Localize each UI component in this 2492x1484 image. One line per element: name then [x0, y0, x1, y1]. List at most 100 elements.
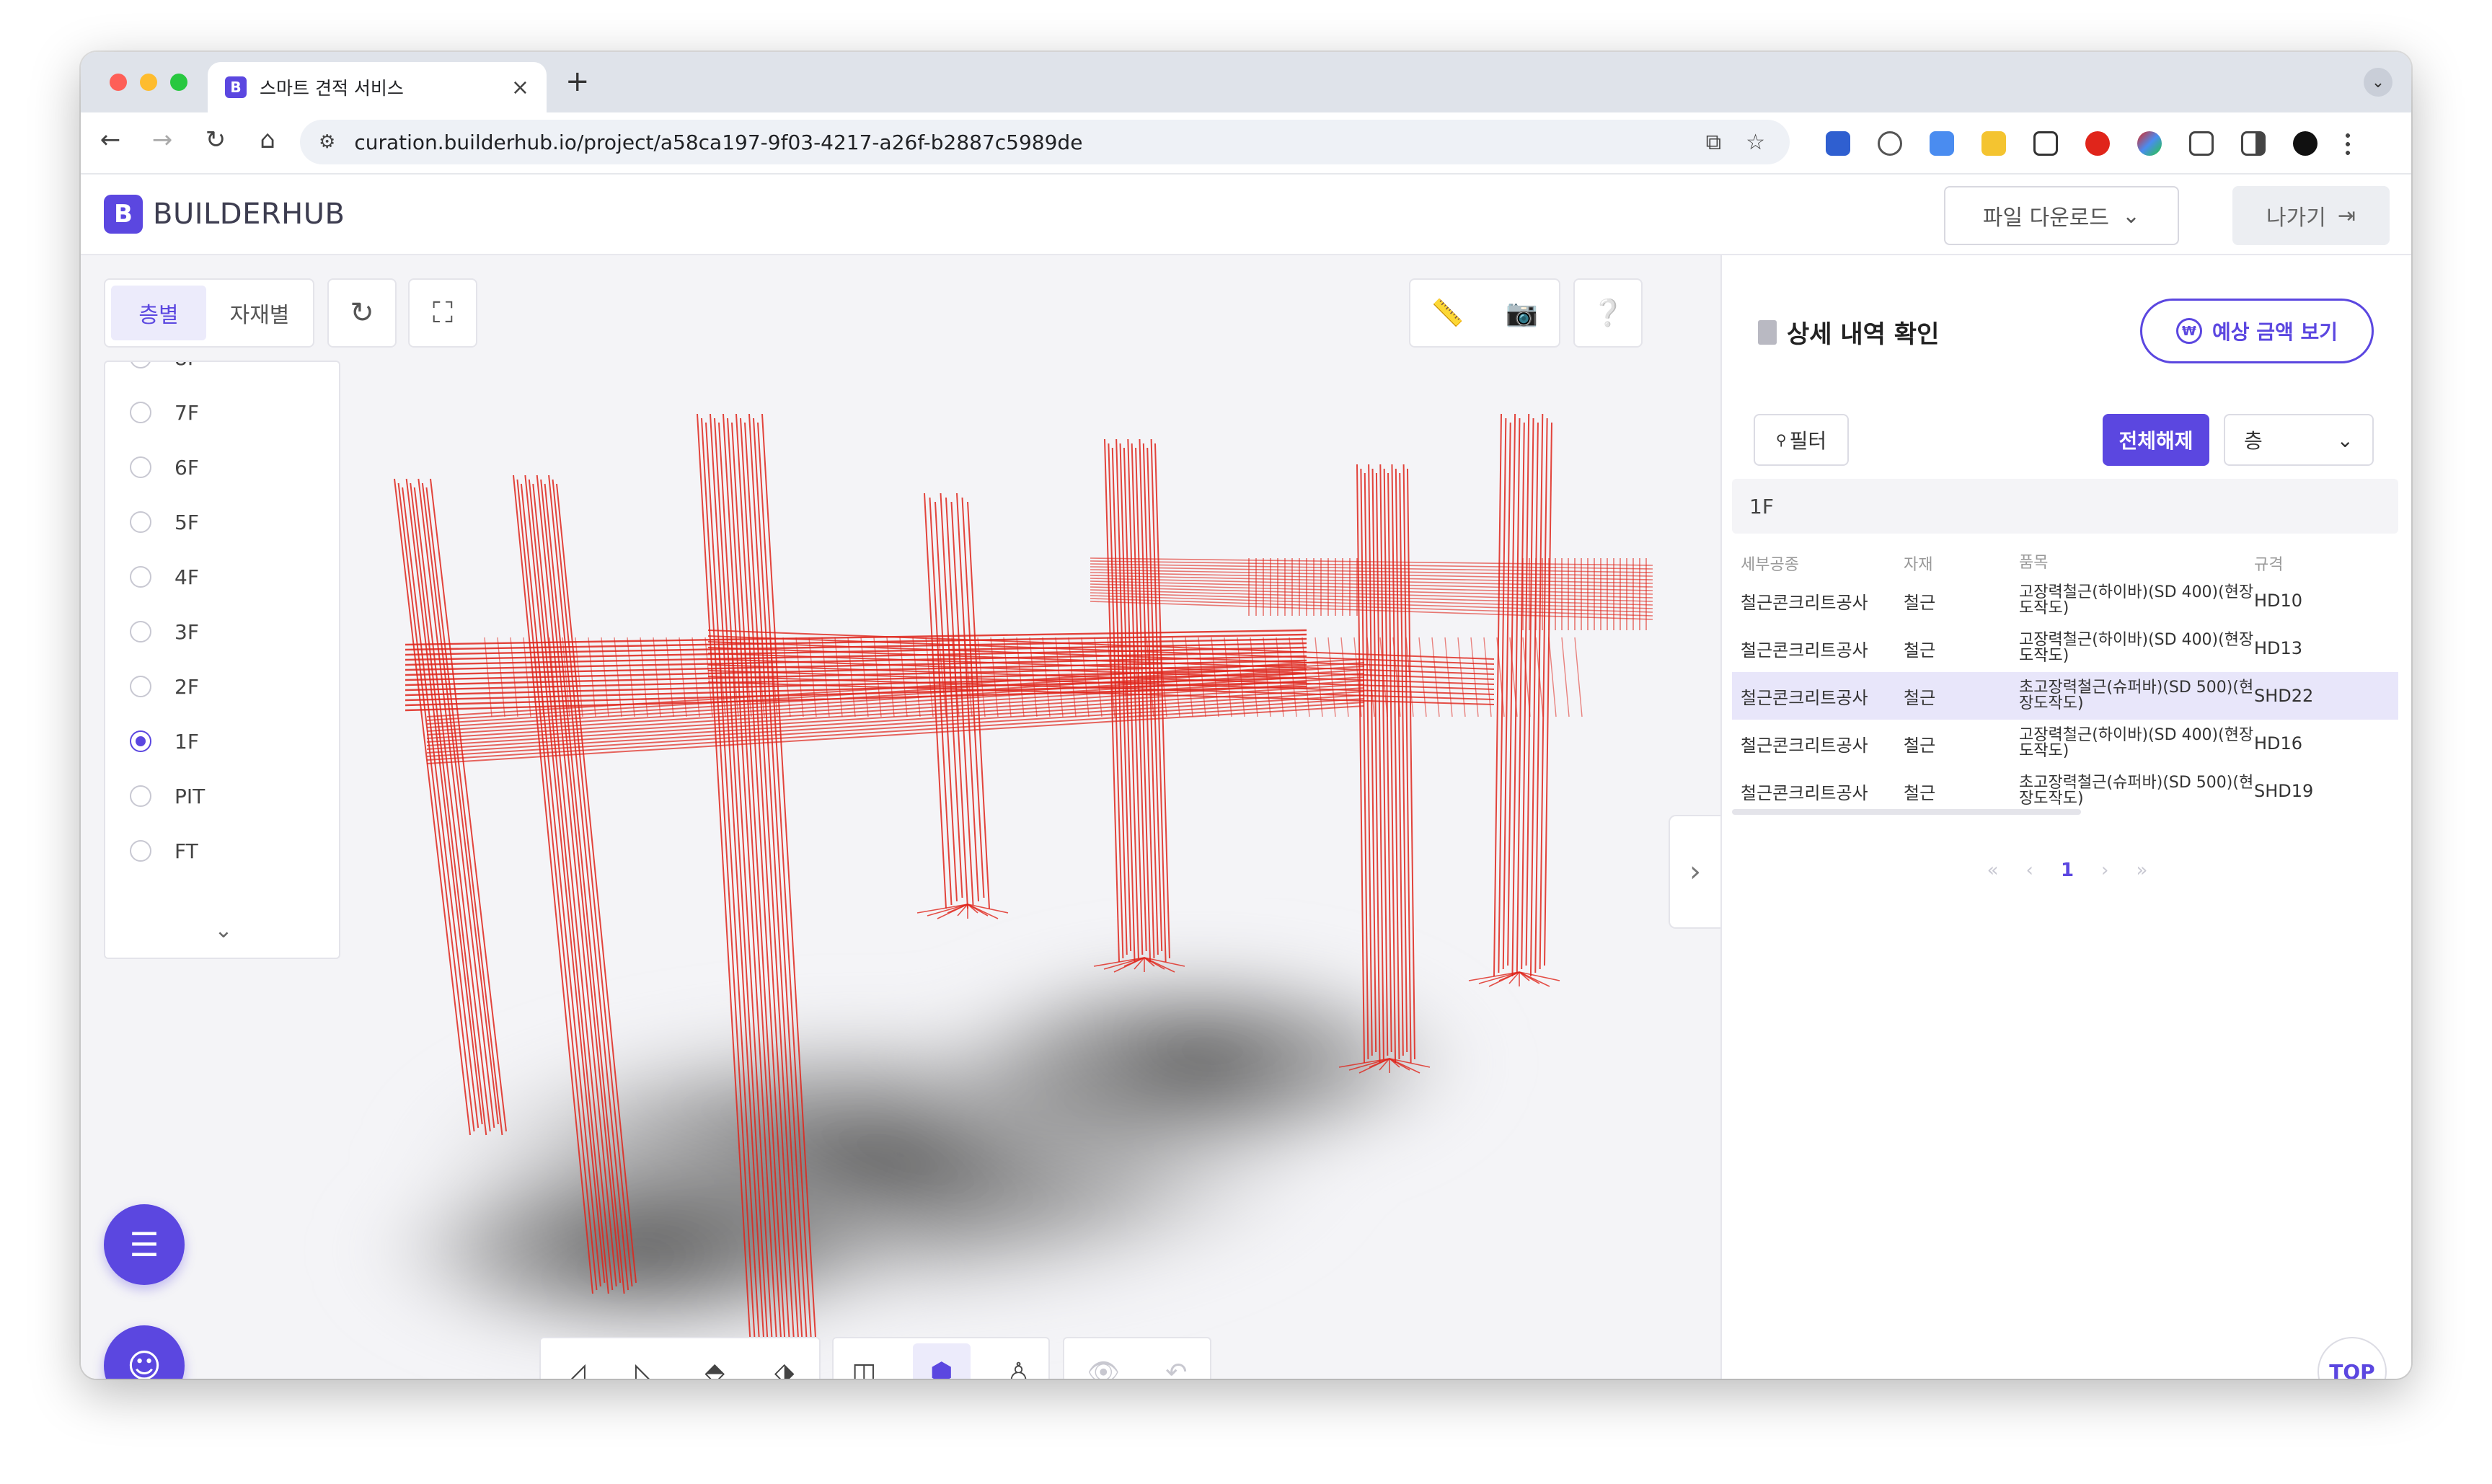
floor-item-1f[interactable]: 1F [105, 714, 339, 769]
3d-box-icon[interactable]: ⬢ [912, 1343, 971, 1379]
floor-radio[interactable] [130, 730, 151, 752]
minimize-window-button[interactable] [140, 74, 157, 91]
cell-item: 고장력철근(하이바)(SD 400)(현장도작도) [2019, 631, 2254, 665]
logo[interactable]: B BUILDERHUB [104, 195, 345, 234]
rebar-line [873, 637, 882, 717]
floor-item-2f[interactable]: 2F [105, 659, 339, 714]
puzzle-icon[interactable] [2189, 131, 2214, 156]
bookmark-star-icon[interactable]: ☆ [1746, 130, 1765, 155]
extension-icon[interactable] [2137, 131, 2162, 156]
view-top-icon[interactable]: ⬘ [704, 1358, 725, 1379]
table-horizontal-scrollbar[interactable] [1732, 809, 2081, 815]
floor-radio[interactable] [130, 362, 151, 368]
camera-icon[interactable]: 📷 [1506, 298, 1538, 328]
view-front-left-icon[interactable]: ◿ [565, 1358, 586, 1379]
rebar-line [934, 501, 958, 902]
extension-icon[interactable] [1981, 131, 2006, 156]
undo-icon[interactable]: ↶ [1165, 1358, 1187, 1379]
view-iso-icon[interactable]: ⬗ [774, 1358, 795, 1379]
extension-icon[interactable] [1878, 131, 1902, 156]
home-icon[interactable]: ⌂ [251, 125, 284, 154]
floor-radio[interactable] [130, 840, 151, 862]
floor-radio[interactable] [130, 456, 151, 478]
table-row[interactable]: 철근콘크리트공사 철근 초고장력철근(슈퍼바)(SD 500)(현장도작도) SHD1… [1732, 767, 2398, 815]
tab-close-icon[interactable]: × [511, 75, 529, 100]
help-button[interactable]: ❔ [1573, 278, 1643, 348]
view-front-right-icon[interactable]: ◺ [635, 1358, 655, 1379]
feedback-button[interactable]: ☰ [104, 1204, 185, 1285]
maximize-window-button[interactable] [170, 74, 187, 91]
rebar-line [417, 478, 495, 1129]
forward-icon[interactable]: → [146, 125, 179, 154]
fit-view-button[interactable]: ⛶ [408, 278, 477, 348]
reset-view-button[interactable]: ↻ [327, 278, 397, 348]
floor-item-ft[interactable]: FT [105, 823, 339, 878]
floor-item-8f[interactable]: 8F [105, 362, 339, 385]
tab-search-icon[interactable]: ⌄ [2364, 68, 2392, 97]
floor-radio[interactable] [130, 402, 151, 423]
floor-item-5f[interactable]: 5F [105, 495, 339, 549]
new-tab-button[interactable]: + [565, 65, 590, 98]
extension-icon[interactable] [1826, 131, 1850, 156]
column-header[interactable]: 규격 [2254, 552, 2398, 575]
table-row[interactable]: 철근콘크리트공사 철근 초고장력철근(슈퍼바)(SD 500)(현장도작도) SHD2… [1732, 672, 2398, 720]
floor-radio[interactable] [130, 676, 151, 697]
cell-spec: HD16 [2254, 733, 2303, 754]
site-info-icon[interactable]: ⚙ [319, 131, 335, 153]
reload-icon[interactable]: ↻ [199, 125, 232, 154]
table-row[interactable]: 철근콘크리트공사 철근 고장력철근(하이바)(SD 400)(현장도작도) HD16 [1732, 720, 2398, 767]
extension-icon[interactable] [2033, 131, 2058, 156]
model-viewer[interactable]: 층별 자재별 ↻ ⛶ 8F 7F 6F 5F 4F 3F 2F 1F PIT FT ⌄ 📏 📷 ❔… [81, 255, 1720, 1379]
floor-radio[interactable] [130, 511, 151, 533]
address-bar[interactable]: ⚙ curation.builderhub.io/project/a58ca19… [300, 120, 1790, 164]
first-page-button[interactable]: « [1987, 860, 1999, 881]
browser-tab[interactable]: B 스마트 견적 서비스 × [208, 62, 547, 112]
ruler-icon[interactable]: 📏 [1431, 298, 1464, 328]
eye-icon[interactable]: 👁 [1087, 1357, 1121, 1379]
floor-item-3f[interactable]: 3F [105, 604, 339, 659]
estimate-price-button[interactable]: ₩ 예상 금액 보기 [2140, 299, 2374, 363]
floor-item-pit[interactable]: PIT [105, 769, 339, 823]
tab-by-material[interactable]: 자재별 [212, 286, 307, 340]
floor-label: 6F [174, 455, 199, 480]
last-page-button[interactable]: » [2136, 860, 2147, 881]
prev-page-button[interactable]: ‹ [2026, 860, 2033, 881]
floor-radio[interactable] [130, 621, 151, 642]
kebab-menu-icon[interactable] [2345, 131, 2351, 156]
next-page-button[interactable]: › [2101, 860, 2108, 881]
floor-item-4f[interactable]: 4F [105, 549, 339, 604]
filter-button[interactable]: ⚲ 필터 [1754, 414, 1849, 466]
close-window-button[interactable] [110, 74, 127, 91]
floor-item-6f[interactable]: 6F [105, 440, 339, 495]
file-download-button[interactable]: 파일 다운로드 ⌄ [1944, 186, 2179, 245]
current-page[interactable]: 1 [2061, 860, 2074, 881]
clear-all-button[interactable]: 전체해제 [2103, 414, 2209, 466]
scroll-down-chevron-icon[interactable]: ⌄ [105, 918, 339, 943]
won-icon: ₩ [2175, 318, 2202, 344]
person-view-icon[interactable]: ♙ [1007, 1358, 1030, 1379]
group-select[interactable]: 층 ⌄ [2224, 414, 2374, 466]
column-header[interactable]: 자재 [1904, 552, 2019, 575]
exit-button[interactable]: 나가기 ⇥ [2232, 186, 2390, 245]
extension-icon[interactable] [2085, 131, 2110, 156]
extension-icon[interactable] [1930, 131, 1954, 156]
sidepanel-icon[interactable] [2241, 131, 2266, 156]
rebar-line [1395, 468, 1404, 1056]
table-row[interactable]: 철근콘크리트공사 철근 고장력철근(하이바)(SD 400)(현장도작도) HD13 [1732, 624, 2398, 672]
cell-trade: 철근콘크리트공사 [1741, 640, 1868, 661]
column-header[interactable]: 세부공종 [1741, 552, 1904, 575]
floor-item-7f[interactable]: 7F [105, 385, 339, 440]
floor-radio[interactable] [130, 566, 151, 588]
url-text: curation.builderhub.io/project/a58ca197-… [354, 130, 1083, 154]
tab-by-floor[interactable]: 층별 [111, 286, 206, 340]
floor-radio[interactable] [130, 785, 151, 807]
install-app-icon[interactable]: ⧉ [1706, 130, 1721, 155]
scroll-top-button[interactable]: TOP [2318, 1337, 2387, 1379]
back-icon[interactable]: ← [94, 125, 127, 154]
column-header[interactable]: 품목 [2019, 555, 2254, 571]
panel-toggle-button[interactable]: › [1669, 815, 1720, 929]
profile-avatar[interactable] [2293, 131, 2318, 156]
table-row[interactable]: 철근콘크리트공사 철근 고장력철근(하이바)(SD 400)(현장도작도) HD10 [1732, 577, 2398, 624]
group-header[interactable]: 1F [1732, 479, 2398, 534]
section-view-icon[interactable]: ◫ [852, 1358, 876, 1379]
